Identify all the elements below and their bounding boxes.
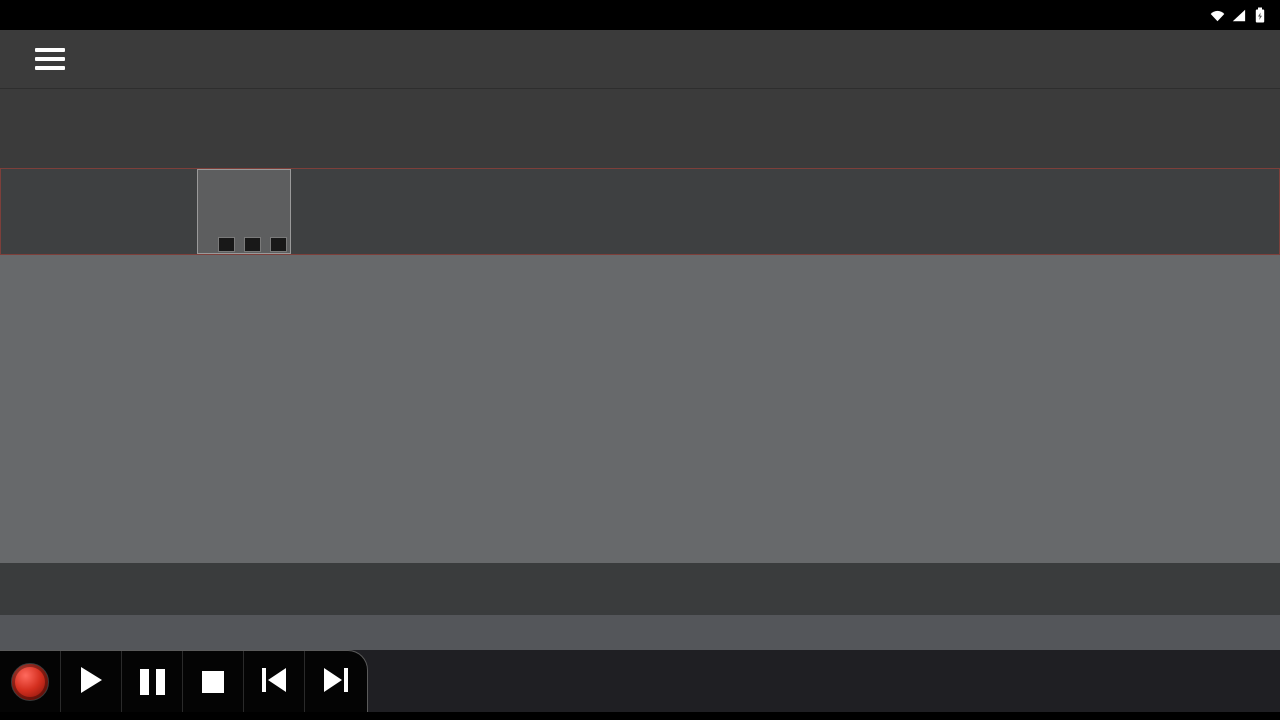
skip-to-end-button[interactable] xyxy=(305,651,366,712)
selection-region[interactable] xyxy=(197,169,291,254)
selection-handle-right[interactable] xyxy=(270,237,287,252)
main-waveform-canvas xyxy=(0,255,1280,563)
title-block xyxy=(100,30,315,88)
timeline-ticks-canvas xyxy=(0,590,1280,612)
timeline-ruler[interactable] xyxy=(0,563,1280,615)
pause-icon xyxy=(140,669,165,695)
record-icon xyxy=(11,663,49,701)
stop-icon xyxy=(202,671,224,693)
main-waveform[interactable] xyxy=(0,255,1280,563)
lower-spacer xyxy=(0,615,1280,650)
play-button[interactable] xyxy=(61,651,122,712)
selection-handle-middle[interactable] xyxy=(244,237,261,252)
skip-to-end-icon xyxy=(321,667,351,696)
battery-charging-icon xyxy=(1252,7,1267,23)
transport-controls xyxy=(0,650,368,712)
status-bar xyxy=(0,0,1280,30)
overview-waveform[interactable] xyxy=(0,168,1280,255)
wavepad-app xyxy=(0,0,1280,720)
play-icon xyxy=(78,666,104,697)
skip-to-start-button[interactable] xyxy=(244,651,305,712)
overview-canvas xyxy=(1,169,1279,254)
status-right-icons xyxy=(1210,7,1273,23)
record-button[interactable] xyxy=(0,651,61,712)
stop-button[interactable] xyxy=(183,651,244,712)
menu-icon[interactable] xyxy=(0,30,100,88)
pause-button[interactable] xyxy=(122,651,183,712)
cellular-signal-icon xyxy=(1231,7,1246,23)
transport-bar xyxy=(0,650,1280,720)
skip-to-start-icon xyxy=(259,667,289,696)
toolbar xyxy=(0,88,1280,168)
app-header xyxy=(0,30,1280,88)
wifi-icon xyxy=(1210,7,1225,23)
selection-handle-left[interactable] xyxy=(218,237,235,252)
